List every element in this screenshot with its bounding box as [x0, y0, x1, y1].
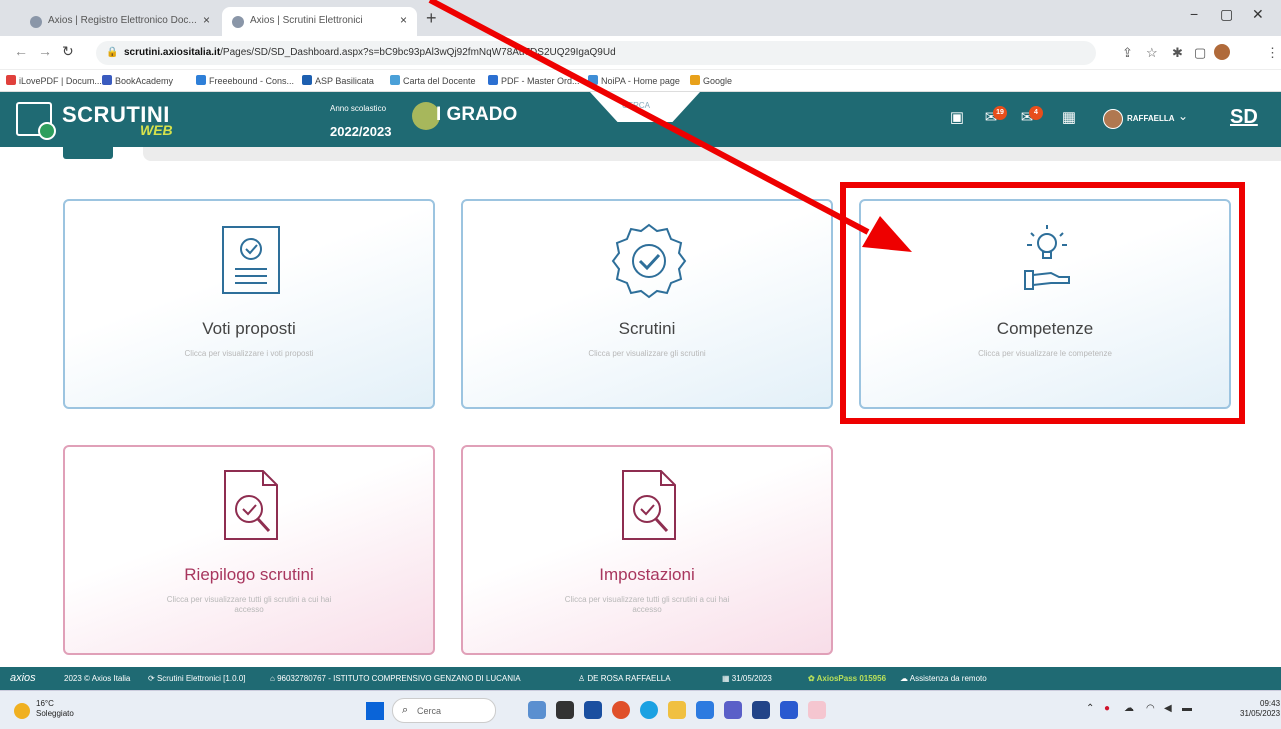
- volume-icon[interactable]: ◀: [1164, 703, 1172, 714]
- weather-widget[interactable]: 16°C Soleggiato: [36, 699, 74, 719]
- footer-school: ⌂ 96032780767 - ISTITUTO COMPRENSIVO GEN…: [270, 674, 521, 683]
- windows-start-icon[interactable]: [366, 702, 384, 720]
- edge-icon[interactable]: [640, 701, 658, 719]
- wifi-icon[interactable]: ◠: [1146, 703, 1155, 714]
- app-footer: axios 2023 © Axios Italia ⟳ Scrutini Ele…: [0, 667, 1281, 690]
- weather-sun-icon[interactable]: [14, 703, 30, 719]
- home-icon: ⌂: [270, 674, 278, 683]
- windows-taskbar: 16°C Soleggiato ⌕ Cerca ⌃ ● ☁ ◠ ◀ ▬ 09:43…: [0, 690, 1281, 729]
- taskbar-app-icon[interactable]: [752, 701, 770, 719]
- footer-remote-assistance[interactable]: ☁ Assistenza da remoto: [900, 674, 987, 683]
- chrome-icon[interactable]: [612, 701, 630, 719]
- tray-record-icon[interactable]: ●: [1104, 703, 1110, 714]
- calendar-icon: ▦: [722, 674, 732, 683]
- teams-icon[interactable]: [724, 701, 742, 719]
- taskbar-app-icon[interactable]: [584, 701, 602, 719]
- taskbar-app-icon[interactable]: [808, 701, 826, 719]
- battery-icon[interactable]: ▬: [1182, 703, 1192, 714]
- footer-axiospass[interactable]: ✿ AxiosPass 015956: [808, 674, 886, 683]
- footer-app-version: ⟳ Scrutini Elettronici [1.0.0]: [148, 674, 246, 683]
- footer-brand-logo: axios: [10, 672, 36, 684]
- tray-chevron-icon[interactable]: ⌃: [1086, 703, 1094, 714]
- taskbar-app-icon[interactable]: [528, 701, 546, 719]
- search-icon: ⌕: [402, 704, 409, 716]
- tray-cloud-icon[interactable]: ☁: [1124, 703, 1134, 714]
- user-icon: ♙: [578, 674, 588, 683]
- refresh-icon: ⟳: [148, 674, 157, 683]
- taskbar-clock[interactable]: 09:43 31/05/2023: [1240, 699, 1280, 719]
- footer-teacher: ♙ DE ROSA RAFFAELLA: [578, 674, 671, 683]
- taskbar-app-icon[interactable]: [696, 701, 714, 719]
- annotation-arrow: [428, 0, 912, 252]
- arrow-shaft: [428, 0, 870, 235]
- word-icon[interactable]: [780, 701, 798, 719]
- arrow-head: [862, 216, 912, 252]
- gear-icon: ✿: [808, 674, 817, 683]
- taskbar-app-icon[interactable]: [556, 701, 574, 719]
- taskbar-search[interactable]: ⌕ Cerca: [392, 698, 496, 723]
- remote-support-icon: ☁: [900, 674, 910, 683]
- footer-date: ▦ 31/05/2023: [722, 674, 772, 683]
- footer-copyright: 2023 © Axios Italia: [64, 674, 131, 683]
- file-explorer-icon[interactable]: [668, 701, 686, 719]
